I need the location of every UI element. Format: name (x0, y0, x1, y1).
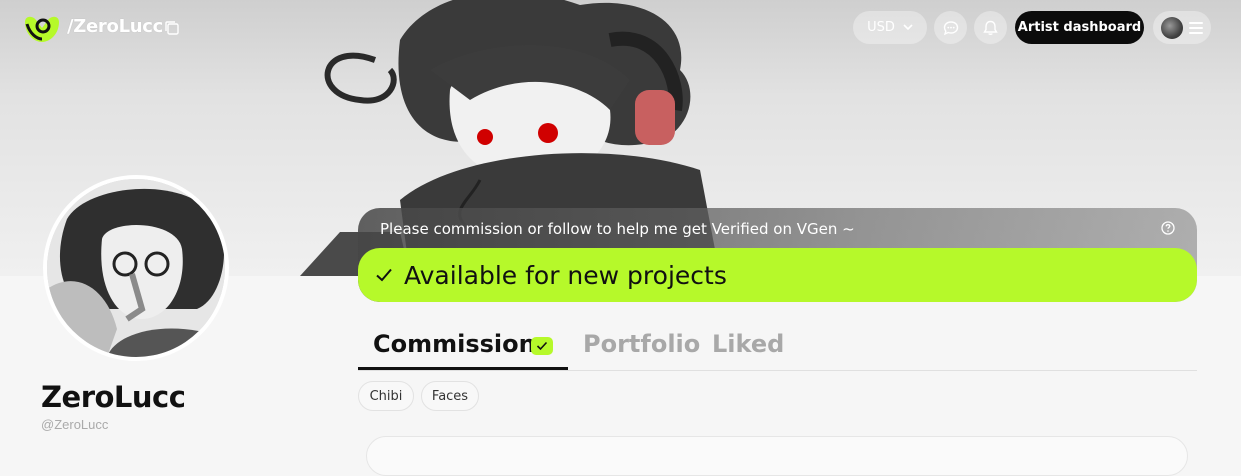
currency-selector[interactable]: USD (853, 11, 927, 44)
availability-text: Available for new projects (404, 260, 727, 290)
check-icon (376, 268, 392, 282)
profile-name: ZeroLucc (41, 380, 186, 414)
tab-liked[interactable]: Liked (712, 330, 784, 358)
tab-commissions[interactable]: Commissions (373, 330, 550, 358)
user-menu-button[interactable] (1153, 11, 1211, 44)
announcement-text: Please commission or follow to help me g… (380, 220, 855, 238)
chevron-down-icon (903, 24, 913, 31)
page-title: /ZeroLucc (67, 16, 164, 37)
filter-chip-faces[interactable]: Faces (421, 381, 479, 411)
notifications-button[interactable] (974, 11, 1007, 44)
active-tab-indicator (358, 367, 568, 370)
filter-chip-chibi[interactable]: Chibi (358, 381, 414, 411)
chat-icon (943, 20, 958, 35)
commission-card[interactable] (366, 436, 1188, 476)
announcement-banner: Please commission or follow to help me g… (358, 208, 1197, 302)
hamburger-icon (1189, 19, 1203, 37)
avatar (1161, 16, 1183, 39)
artist-dashboard-button[interactable]: Artist dashboard (1015, 11, 1144, 44)
avatar-artwork (47, 179, 225, 357)
currency-label: USD (867, 20, 895, 35)
copy-icon[interactable] (164, 20, 180, 36)
commissions-open-badge (531, 337, 553, 355)
messages-button[interactable] (934, 11, 967, 44)
logo-icon[interactable] (22, 12, 62, 44)
top-navigation: /ZeroLucc USD Artist dashboard (0, 0, 1241, 56)
tab-portfolio[interactable]: Portfolio (583, 330, 700, 358)
bell-icon (983, 20, 998, 35)
help-icon[interactable] (1161, 221, 1175, 235)
profile-avatar[interactable] (43, 175, 229, 361)
check-icon (536, 341, 548, 351)
profile-handle: @ZeroLucc (41, 417, 109, 432)
profile-tabs: Commissions Portfolio Liked (358, 326, 1197, 371)
availability-status: Available for new projects (358, 248, 1197, 302)
